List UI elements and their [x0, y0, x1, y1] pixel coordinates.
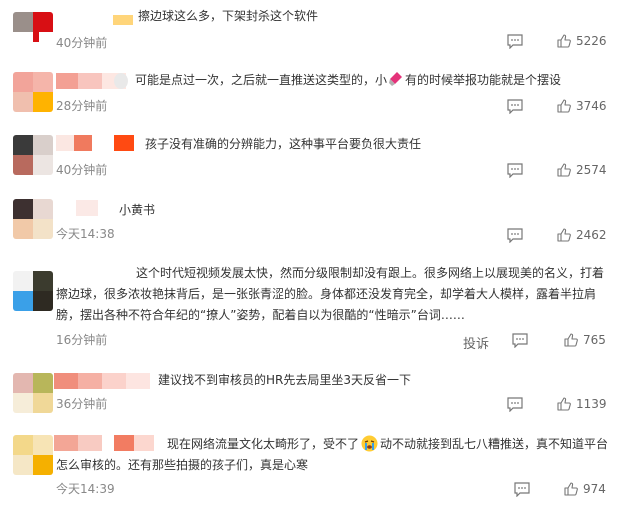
reply-button[interactable] [507, 228, 523, 243]
comment-time: 今天14:38 [56, 227, 115, 241]
comment-item: 建议找不到审核员的HR先去局里坐3天反省一下 36分钟前 1139 [0, 360, 629, 426]
like-button[interactable]: 1139 [557, 397, 607, 411]
comment-bubble-icon [507, 397, 523, 412]
comment-text-part: 可能是点过一次，之后就一直推送这类型的，小 [135, 73, 388, 87]
thumbs-up-icon [557, 397, 571, 411]
avatar[interactable] [13, 199, 53, 239]
reply-button[interactable] [507, 163, 523, 178]
username[interactable] [76, 200, 98, 216]
like-count: 5226 [576, 34, 607, 48]
comment-bubble-icon [507, 228, 523, 243]
comment-bubble-icon [507, 163, 523, 178]
like-button[interactable]: 5226 [557, 34, 607, 48]
comment-text-line: 这个时代短视频发展太快，然而分级限制却没有跟上。很多网络上以展现美的名义，打着 [136, 266, 605, 280]
comment-time: 今天14:39 [56, 482, 115, 496]
username[interactable] [113, 12, 133, 28]
comment-item: 孩子没有准确的分辨能力，这种事平台要负很大责任 40分钟前 2574 [0, 125, 629, 188]
thumbs-up-icon [557, 34, 571, 48]
username[interactable] [54, 435, 154, 451]
avatar[interactable] [13, 373, 53, 413]
comment-text-part: 有的时候举报功能就是个摆设 [405, 73, 562, 87]
comment-bubble-icon [507, 99, 523, 114]
like-count: 1139 [576, 397, 607, 411]
username[interactable] [54, 373, 150, 389]
comment-item: 擦边球这么多，下架封杀这个软件 40分钟前 5226 [0, 0, 629, 60]
comment-text-line: 膀，摆出各种不符合年纪的“撩人”姿势，配着自以为很酷的“性暗示”台词…… [56, 308, 465, 322]
comment-item: 这个时代短视频发展太快，然而分级限制却没有跟上。很多网络上以展现美的名义，打着 … [0, 253, 629, 360]
like-count: 2574 [576, 163, 607, 177]
reply-button[interactable] [512, 333, 528, 348]
thumbs-up-icon [557, 228, 571, 242]
like-button[interactable]: 3746 [557, 99, 607, 113]
comment-text: 建议找不到审核员的HR先去局里坐3天反省一下 [158, 373, 411, 387]
like-count: 974 [583, 482, 606, 496]
thumbs-up-icon [557, 99, 571, 113]
username[interactable] [56, 135, 136, 151]
comment-text-line: 现在网络流量文化太畸形了，受不了 动不动就接到乱七八糟推送，真不知道平台 [167, 434, 608, 455]
comment-time: 16分钟前 [56, 333, 108, 347]
comment-text-part: 现在网络流量文化太畸形了，受不了 [167, 437, 360, 451]
like-button[interactable]: 2574 [557, 163, 607, 177]
comment-text: 可能是点过一次，之后就一直推送这类型的，小 有的时候举报功能就是个摆设 [135, 70, 561, 91]
comment-text: 孩子没有准确的分辨能力，这种事平台要负很大责任 [145, 137, 422, 151]
comment-item: 小黄书 今天14:38 2462 [0, 188, 629, 253]
comment-bubble-icon [507, 34, 523, 49]
like-button[interactable]: 2462 [557, 228, 607, 242]
avatar[interactable] [13, 12, 53, 52]
like-count: 2462 [576, 228, 607, 242]
thumbs-up-icon [564, 333, 578, 347]
avatar[interactable] [13, 135, 53, 175]
reply-button[interactable] [514, 482, 530, 497]
comment-bubble-icon [514, 482, 530, 497]
comment-text: 擦边球这么多，下架封杀这个软件 [138, 9, 319, 23]
comment-time: 40分钟前 [56, 36, 108, 50]
crying-emoji-icon [361, 435, 378, 452]
like-count: 765 [583, 333, 606, 347]
user-badge [114, 73, 128, 89]
comment-text-part: 动不动就接到乱七八糟推送，真不知道平台 [380, 437, 609, 451]
comment-text: 小黄书 [119, 203, 156, 217]
reply-button[interactable] [507, 34, 523, 49]
thumbs-up-icon [564, 482, 578, 496]
like-button[interactable]: 765 [564, 333, 606, 347]
comment-text-line: 擦边球，很多浓妆艳抹背后，是一张张青涩的脸。身体都还没发育完全，却学着大人模样，… [56, 287, 597, 301]
report-button[interactable]: 投诉 [463, 333, 489, 352]
comment-text-line: 怎么审核的。还有那些拍摄的孩子们，真是心寒 [56, 458, 309, 472]
avatar[interactable] [13, 72, 53, 112]
reply-button[interactable] [507, 99, 523, 114]
comment-item: 可能是点过一次，之后就一直推送这类型的，小 有的时候举报功能就是个摆设 28分钟前… [0, 60, 629, 125]
comment-time: 36分钟前 [56, 397, 108, 411]
lipstick-emoji-icon [389, 72, 403, 86]
thumbs-up-icon [557, 163, 571, 177]
reply-button[interactable] [507, 397, 523, 412]
avatar[interactable] [13, 271, 53, 311]
like-count: 3746 [576, 99, 607, 113]
comment-time: 40分钟前 [56, 163, 108, 177]
comment-bubble-icon [512, 333, 528, 348]
comment-time: 28分钟前 [56, 99, 108, 113]
comment-item: 现在网络流量文化太畸形了，受不了 动不动就接到乱七八糟推送，真不知道平台 怎么审核… [0, 426, 629, 508]
avatar[interactable] [13, 435, 53, 475]
like-button[interactable]: 974 [564, 482, 606, 496]
